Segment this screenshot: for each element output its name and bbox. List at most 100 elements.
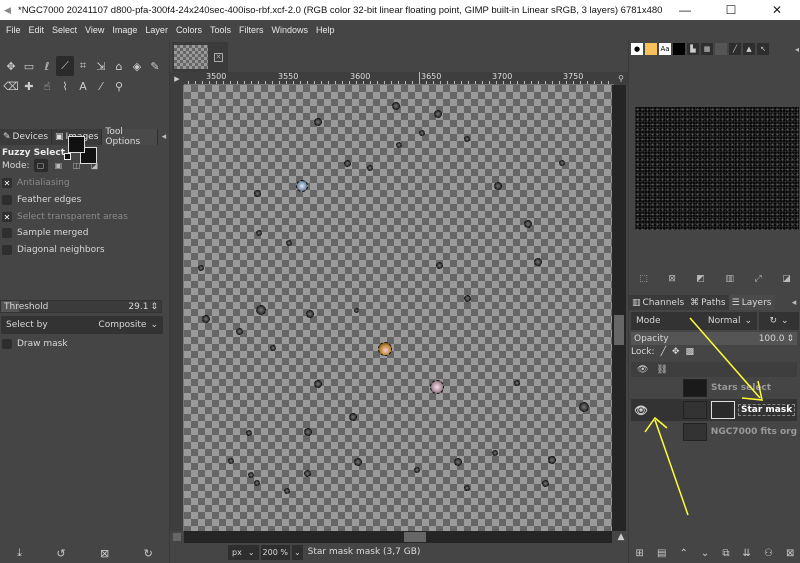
color-picker-tool-icon[interactable]: ⁄ (92, 76, 110, 96)
navigation-preview[interactable] (635, 107, 799, 230)
maximize-button[interactable]: ☐ (708, 0, 754, 20)
tab-devices[interactable]: ✎ Devices (0, 129, 53, 145)
dock-menu-icon[interactable]: ◂ (787, 295, 800, 310)
smudge-tool-icon[interactable]: ☝ (38, 76, 56, 96)
fonts-tab-icon[interactable]: Aa (659, 43, 671, 55)
menu-help[interactable]: Help (312, 25, 339, 35)
pointer-tab-icon[interactable]: ↖ (757, 43, 769, 55)
menu-arrow-icon[interactable]: ▶ (170, 72, 184, 85)
menu-colors[interactable]: Colors (172, 25, 206, 35)
navigate-icon[interactable]: ▲ (614, 531, 628, 543)
paint-dynamics-tab-icon[interactable]: ╱ (729, 43, 741, 55)
layer-row[interactable]: NGC7000 fits org (631, 421, 797, 443)
dock-menu-icon[interactable]: ◂ (158, 129, 170, 145)
diagonal-neighbors-option[interactable]: Diagonal neighbors (2, 245, 105, 255)
horizontal-scrollbar[interactable] (184, 531, 612, 543)
image-canvas[interactable] (184, 85, 612, 531)
navigation-tab-icon[interactable] (715, 43, 727, 55)
zoom-field[interactable]: 200 % (260, 544, 290, 560)
tab-layers[interactable]: ☰ Layers (728, 295, 775, 310)
tab-channels[interactable]: ▥ Channels (629, 295, 688, 310)
antialiasing-option[interactable]: ✕ Antialiasing (2, 178, 70, 188)
eraser-tool-icon[interactable]: ⌫ (2, 76, 20, 96)
select-by-dropdown[interactable]: Select by Composite ⌄ (1, 316, 163, 334)
zoom-out-icon[interactable]: ⬚ (639, 274, 648, 288)
opacity-value[interactable]: 100.0 (759, 334, 785, 344)
menu-edit[interactable]: Edit (25, 25, 49, 35)
layer-row[interactable]: 👁 Star mask (631, 399, 797, 421)
lower-layer-icon[interactable]: ⌄ (701, 548, 709, 559)
raise-layer-icon[interactable]: ⌃ (679, 548, 687, 559)
mode-replace-icon[interactable]: ▢ (33, 159, 48, 172)
tab-paths[interactable]: ⌘ Paths (687, 295, 729, 310)
zoom-dropdown[interactable]: ⌄ (291, 544, 303, 560)
fuzzy-select-tool-icon[interactable]: ⟋ (56, 56, 74, 76)
draw-mask-checkbox[interactable] (2, 339, 12, 349)
layer-mode-dropdown[interactable]: Mode Normal ⌄ (631, 312, 757, 330)
threshold-slider[interactable]: Threshold 29.1 ⇕ (0, 300, 162, 313)
heal-tool-icon[interactable]: ✚ (20, 76, 38, 96)
menu-layer[interactable]: Layer (141, 25, 172, 35)
menu-tools[interactable]: Tools (206, 25, 235, 35)
select-transparent-checkbox[interactable]: ✕ (2, 212, 12, 222)
warp-tool-icon[interactable]: ⌂ (110, 56, 128, 76)
shrink-wrap-icon[interactable]: ⤢ (754, 274, 761, 288)
draw-mask-option[interactable]: Draw mask (2, 339, 68, 349)
brushes-tab-icon[interactable]: ● (631, 43, 643, 55)
save-preset-icon[interactable]: ⤓ (17, 546, 22, 560)
close-button[interactable]: ✕ (754, 0, 800, 20)
vertical-scrollbar[interactable] (612, 85, 626, 531)
reset-options-icon[interactable]: ↻ (144, 547, 153, 560)
delete-preset-icon[interactable]: ⊠ (100, 547, 109, 560)
sample-merged-option[interactable]: Sample merged (2, 228, 88, 238)
crop-tool-icon[interactable]: ⌗ (74, 56, 92, 76)
menu-filters[interactable]: Filters (235, 25, 268, 35)
unit-dropdown[interactable]: px ⌄ (228, 544, 259, 560)
layer-row[interactable]: Stars select (631, 377, 797, 399)
zoom-value[interactable]: 200 % (263, 548, 288, 557)
new-layer-group-icon[interactable]: ▤ (657, 548, 666, 559)
diagonal-neighbors-checkbox[interactable] (2, 245, 12, 255)
layer-mask-thumbnail[interactable] (711, 401, 735, 419)
menu-windows[interactable]: Windows (267, 25, 312, 35)
dock-menu-icon[interactable]: ◂ (795, 45, 799, 54)
quick-mask-toggle[interactable] (170, 531, 184, 543)
layer-name[interactable]: Star mask (738, 404, 796, 416)
menu-image[interactable]: Image (108, 25, 141, 35)
text-tool-icon[interactable]: A (74, 76, 92, 96)
restore-preset-icon[interactable]: ↺ (56, 547, 65, 560)
fit-window-icon[interactable]: ▥ (725, 274, 734, 288)
duplicate-layer-icon[interactable]: ⧉ (722, 548, 729, 559)
mode-subtract-icon[interactable]: ◫ (70, 159, 84, 172)
fit-image-icon[interactable]: ◪ (782, 274, 791, 288)
composite-mode-dropdown[interactable]: ↻ ⌄ (759, 312, 799, 330)
lock-position-icon[interactable]: ✥ (672, 347, 680, 357)
menu-select[interactable]: Select (48, 25, 81, 35)
menu-file[interactable]: File (2, 25, 25, 35)
feather-edges-option[interactable]: Feather edges (2, 195, 81, 205)
opacity-slider[interactable]: Opacity 100.0 ⇕ (631, 332, 797, 345)
image-thumbnail[interactable] (174, 45, 208, 69)
rect-select-tool-icon[interactable]: ▭ (20, 56, 38, 76)
select-transparent-option[interactable]: ✕ Select transparent areas (2, 212, 128, 222)
document-history-tab-icon[interactable]: ▦ (701, 43, 713, 55)
vertical-scroll-thumb[interactable] (614, 315, 624, 345)
zoom-in-icon[interactable]: ⊠ (668, 274, 676, 288)
zoom-image-icon[interactable]: ⚲ (614, 72, 628, 85)
sample-merged-checkbox[interactable] (2, 228, 12, 238)
layer-name[interactable]: Stars select (711, 383, 771, 393)
new-layer-icon[interactable]: ⊞ (636, 548, 644, 559)
spin-icon[interactable]: ⇕ (786, 334, 794, 344)
paintbrush-tool-icon[interactable]: ✎ (146, 56, 164, 76)
zoom-1-1-icon[interactable]: ◩ (696, 274, 705, 288)
feather-edges-checkbox[interactable] (2, 195, 12, 205)
layer-name[interactable]: NGC7000 fits org (711, 427, 797, 437)
mode-intersect-icon[interactable]: ◪ (88, 159, 102, 172)
minimize-button[interactable]: — (662, 0, 708, 20)
move-tool-icon[interactable]: ✥ (2, 56, 20, 76)
gradients-tab-icon[interactable]: ▲ (743, 43, 755, 55)
tab-tool-options[interactable]: Tool Options (102, 127, 158, 147)
patterns-tab-icon[interactable] (645, 43, 657, 55)
lock-alpha-icon[interactable]: ▩ (686, 347, 695, 357)
horizontal-scroll-thumb[interactable] (404, 532, 426, 542)
